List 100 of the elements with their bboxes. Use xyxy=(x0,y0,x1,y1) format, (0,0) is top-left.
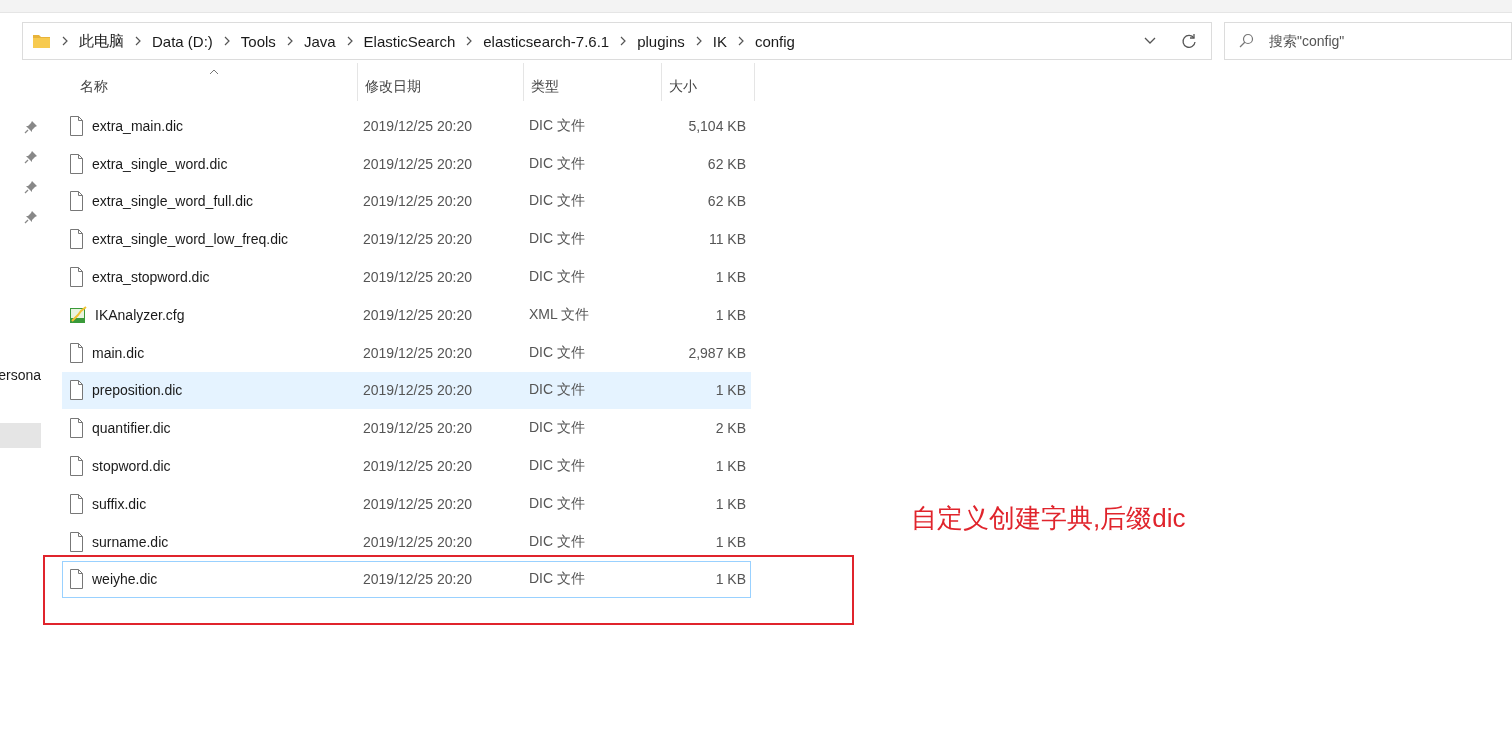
file-icon xyxy=(69,493,84,514)
file-name: weiyhe.dic xyxy=(92,571,158,588)
file-size: 2,987 KB xyxy=(688,344,746,361)
file-name: main.dic xyxy=(92,344,145,361)
file-icon xyxy=(69,115,84,136)
file-icon xyxy=(69,191,84,212)
file-icon xyxy=(69,267,84,288)
file-type: DIC 文件 xyxy=(529,230,585,247)
file-name: quantifier.dic xyxy=(92,420,171,437)
file-size: 1 KB xyxy=(715,382,746,399)
modified-date: 2019/12/25 20:20 xyxy=(363,155,472,172)
file-name: extra_main.dic xyxy=(92,117,184,134)
column-header[interactable]: 类型 xyxy=(531,78,559,96)
file-size: 1 KB xyxy=(715,533,746,550)
file-size: 1 KB xyxy=(715,571,746,588)
file-size: 2 KB xyxy=(715,420,746,437)
file-type: DIC 文件 xyxy=(529,570,585,587)
pin-icon xyxy=(24,120,38,134)
search-icon xyxy=(1238,33,1254,49)
pin-icon xyxy=(24,150,38,164)
file-row[interactable]: main.dic 2019/12/25 20:20 DIC 文件 2,987 KB xyxy=(62,333,751,372)
file-type: DIC 文件 xyxy=(529,457,585,474)
file-row[interactable]: quantifier.dic 2019/12/25 20:20 DIC 文件 2 KB xyxy=(62,409,751,448)
file-row[interactable]: extra_main.dic 2019/12/25 20:20 DIC 文件 5,104 KB xyxy=(62,107,751,145)
dropdown-chevron-icon[interactable] xyxy=(1143,36,1157,46)
file-name: stopword.dic xyxy=(92,458,171,475)
modified-date: 2019/12/25 20:20 xyxy=(363,269,472,286)
modified-date: 2019/12/25 20:20 xyxy=(363,231,472,248)
modified-date: 2019/12/25 20:20 xyxy=(363,420,472,437)
file-type: DIC 文件 xyxy=(529,268,585,285)
modified-date: 2019/12/25 20:20 xyxy=(363,193,472,210)
breadcrumb-item[interactable]: plugins xyxy=(637,32,685,50)
file-row[interactable]: surname.dic 2019/12/25 20:20 DIC 文件 1 KB xyxy=(62,522,751,561)
modified-date: 2019/12/25 20:20 xyxy=(363,495,472,512)
file-row[interactable]: extra_single_word_low_freq.dic 2019/12/25 20:20 DIC 文件 11 KB xyxy=(62,220,751,259)
chevron-right-icon xyxy=(60,35,70,47)
file-row[interactable]: weiyhe.dic 2019/12/25 20:20 DIC 文件 1 KB xyxy=(62,560,751,599)
modified-date: 2019/12/25 20:20 xyxy=(363,344,472,361)
file-type: DIC 文件 xyxy=(529,116,585,133)
modified-date: 2019/12/25 20:20 xyxy=(363,533,472,550)
file-row[interactable]: preposition.dic 2019/12/25 20:20 DIC 文件 1 KB xyxy=(62,371,751,410)
modified-date: 2019/12/25 20:20 xyxy=(363,571,472,588)
settings-file-icon xyxy=(69,305,87,324)
file-type: DIC 文件 xyxy=(529,154,585,171)
file-size: 62 KB xyxy=(707,193,746,210)
breadcrumb-item[interactable]: ElasticSearch xyxy=(363,32,456,50)
file-row[interactable]: suffix.dic 2019/12/25 20:20 DIC 文件 1 KB xyxy=(62,484,751,523)
file-row[interactable]: extra_stopword.dic 2019/12/25 20:20 DIC 文件 1 KB xyxy=(62,258,751,296)
file-name: suffix.dic xyxy=(92,495,147,512)
chevron-right-icon xyxy=(133,35,143,47)
file-size: 1 KB xyxy=(715,269,746,286)
file-type: DIC 文件 xyxy=(529,419,585,436)
file-row[interactable]: stopword.dic 2019/12/25 20:20 DIC 文件 1 KB xyxy=(62,447,751,485)
file-icon xyxy=(69,342,84,363)
breadcrumb-item[interactable]: Tools xyxy=(240,32,276,50)
file-size: 5,104 KB xyxy=(688,117,746,134)
file-icon xyxy=(69,229,84,250)
annotation-text: 自定义创建字典,后缀dic xyxy=(911,502,1186,535)
column-header[interactable]: 修改日期 xyxy=(365,78,421,96)
file-size: 11 KB xyxy=(708,231,746,248)
file-icon xyxy=(69,569,84,590)
file-icon xyxy=(69,418,84,439)
file-type: DIC 文件 xyxy=(529,532,585,549)
file-icon xyxy=(69,380,84,401)
pin-icon xyxy=(24,180,38,194)
modified-date: 2019/12/25 20:20 xyxy=(363,458,472,475)
search-field[interactable]: 搜索"config" xyxy=(1224,22,1512,60)
breadcrumb-item[interactable]: 此电脑 xyxy=(79,31,124,51)
file-name: surname.dic xyxy=(92,533,169,550)
breadcrumb-item[interactable]: IK xyxy=(712,32,727,50)
pin-icon xyxy=(24,210,38,224)
file-icon xyxy=(69,456,84,477)
file-row[interactable]: IKAnalyzer.cfg 2019/12/25 20:20 XML 文件 1 KB xyxy=(62,296,751,334)
folder-icon xyxy=(32,33,51,49)
file-type: DIC 文件 xyxy=(529,192,585,209)
breadcrumb-item[interactable]: elasticsearch-7.6.1 xyxy=(483,32,610,50)
modified-date: 2019/12/25 20:20 xyxy=(363,382,472,399)
modified-date: 2019/12/25 20:20 xyxy=(363,117,472,134)
file-name: extra_stopword.dic xyxy=(92,269,210,286)
file-name: extra_single_word_full.dic xyxy=(92,193,254,210)
file-type: XML 文件 xyxy=(529,305,590,322)
file-type: DIC 文件 xyxy=(529,494,585,511)
file-size: 1 KB xyxy=(715,306,746,323)
column-header[interactable]: 大小 xyxy=(669,78,697,96)
file-type: DIC 文件 xyxy=(529,343,585,360)
refresh-icon[interactable] xyxy=(1181,33,1197,49)
file-row[interactable]: extra_single_word_full.dic 2019/12/25 20:20 DIC 文件 62 KB xyxy=(62,182,751,221)
breadcrumb-item[interactable]: config xyxy=(754,32,795,50)
file-row[interactable]: extra_single_word.dic 2019/12/25 20:20 DIC 文件 62 KB xyxy=(62,144,751,183)
file-name: preposition.dic xyxy=(92,382,183,399)
breadcrumb-item[interactable]: Java xyxy=(303,32,336,50)
file-size: 1 KB xyxy=(715,458,746,475)
column-header[interactable]: 名称 xyxy=(80,78,108,96)
breadcrumb-item[interactable]: Data (D:) xyxy=(152,32,213,50)
file-size: 62 KB xyxy=(707,155,746,172)
file-name: extra_single_word.dic xyxy=(92,155,228,172)
file-name: extra_single_word_low_freq.dic xyxy=(92,231,289,248)
file-name: IKAnalyzer.cfg xyxy=(95,306,185,323)
file-size: 1 KB xyxy=(715,495,746,512)
file-type: DIC 文件 xyxy=(529,381,585,398)
